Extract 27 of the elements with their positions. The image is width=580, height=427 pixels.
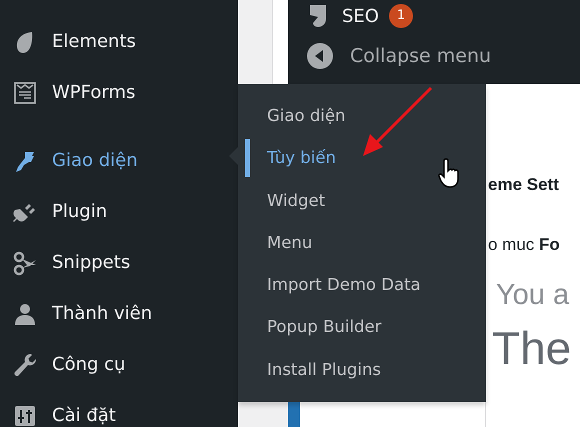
- collapse-icon: [306, 42, 334, 70]
- large-text: You a: [496, 281, 570, 310]
- wrench-icon: [12, 352, 38, 378]
- sidebar-item[interactable]: WPForms: [0, 67, 238, 118]
- sidebar-item[interactable]: Elements: [0, 16, 238, 67]
- submenu-item[interactable]: Giao diện: [238, 97, 486, 140]
- sidebar-item[interactable]: Snippets: [0, 237, 238, 288]
- submenu-item[interactable]: Import Demo Data: [238, 266, 486, 308]
- notification-badge: 1: [388, 4, 413, 28]
- submenu-item[interactable]: Install Plugins: [238, 350, 486, 394]
- sidebar-item[interactable]: Cài đặt: [0, 390, 238, 427]
- submenu-item[interactable]: Tùy biến: [238, 139, 486, 182]
- submenu-item[interactable]: Menu: [238, 224, 486, 266]
- collapse-menu-button[interactable]: Collapse menu: [306, 42, 492, 70]
- sidebar-item[interactable]: Công cụ: [0, 339, 238, 390]
- form-icon: [12, 80, 38, 106]
- submenu-item[interactable]: Popup Builder: [238, 308, 486, 351]
- arrow: [363, 86, 432, 156]
- large-heading-text: The: [492, 325, 572, 371]
- scissors-icon: [12, 250, 38, 276]
- sidebar-item[interactable]: Thành viên: [0, 288, 238, 339]
- sidebar-item[interactable]: Plugin: [0, 186, 238, 237]
- menu-item-label[interactable]: SEO: [342, 2, 379, 30]
- body-text: o muc Fo: [488, 234, 561, 256]
- heading-text: eme Sett: [488, 174, 560, 196]
- submenu-item[interactable]: Widget: [238, 182, 486, 224]
- sidebar-item[interactable]: Giao diện: [0, 118, 238, 186]
